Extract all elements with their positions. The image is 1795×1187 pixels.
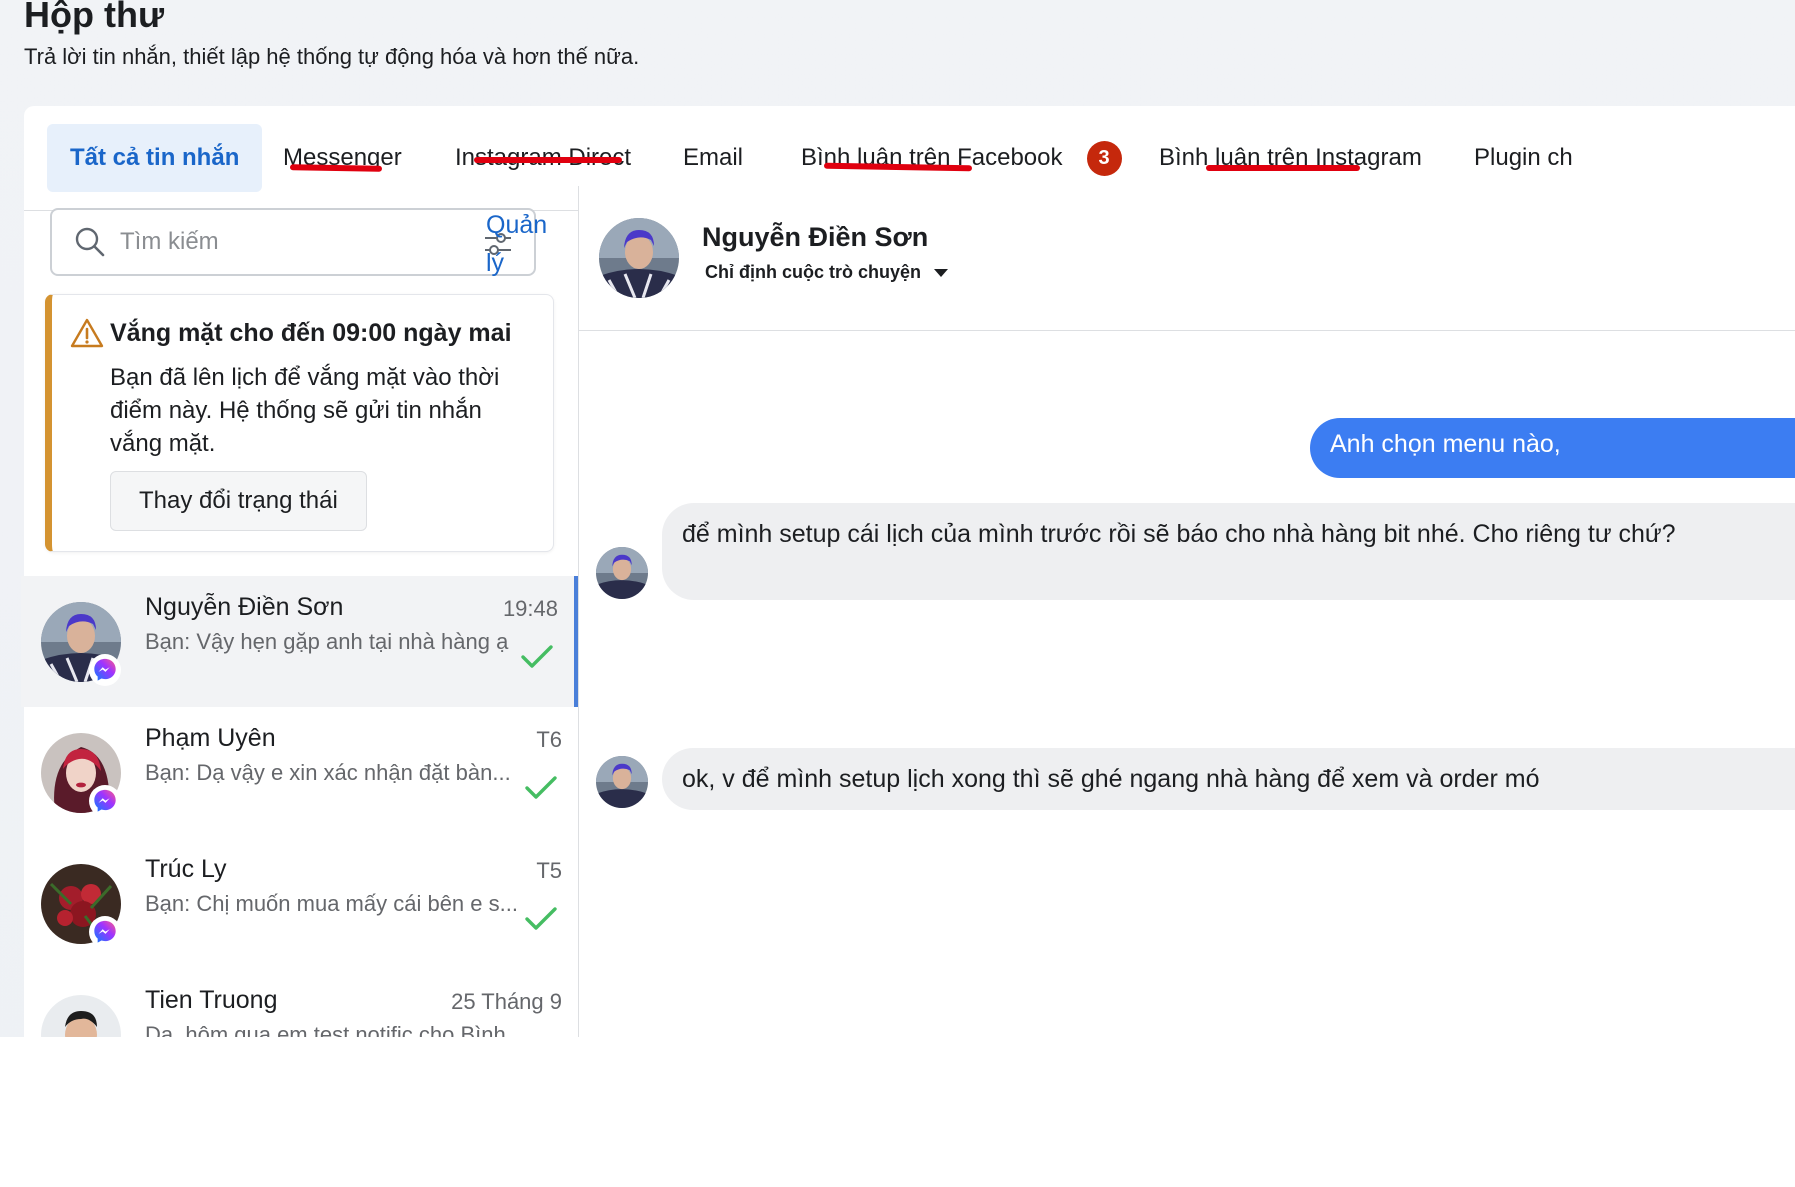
contact-name: Tien Truong	[145, 986, 278, 1014]
contact-name: Trúc Ly	[145, 855, 227, 883]
caret-down-icon	[934, 268, 949, 277]
tab-instagram-comments[interactable]: Bình luận trên Instagram	[1159, 124, 1422, 192]
away-description: Bạn đã lên lịch để vắng mặt vào thời điể…	[110, 364, 500, 457]
chat-contact-name: Nguyễn Điền Sơn	[702, 222, 929, 252]
conversation-item[interactable]: Nguyễn Điền Sơn Bạn: Vậy hẹn gặp anh tại…	[21, 576, 578, 707]
message-preview: Bạn: Dạ vậy e xin xác nhận đặt bàn...	[145, 760, 511, 785]
message-text: để mình setup cái lịch của mình trước rồ…	[682, 520, 1676, 548]
tab-plugin-chat[interactable]: Plugin ch	[1474, 124, 1573, 192]
page-subtitle: Trả lời tin nhắn, thiết lập hệ thống tự …	[24, 44, 640, 69]
messenger-channel-icon	[89, 654, 121, 686]
message-text: ok, v để mình setup lịch xong thì sẽ ghé…	[682, 765, 1540, 793]
sent-check-icon	[525, 776, 557, 799]
tab-messenger[interactable]: Messenger	[283, 124, 402, 192]
message-time: T5	[536, 858, 562, 883]
assign-label: Chỉ định cuộc trò chuyện	[705, 262, 922, 282]
sender-avatar	[596, 756, 648, 808]
search-box[interactable]	[50, 208, 536, 276]
conversation-list-panel: Quản lý Vắng mặt cho đến 09:00 ngày mai …	[0, 186, 655, 1186]
annotation-underline-instagram-comments	[1206, 165, 1360, 171]
assign-conversation-dropdown[interactable]: Chỉ định cuộc trò chuyện	[705, 262, 949, 283]
tab-label: Email	[683, 144, 744, 171]
sent-check-icon	[525, 907, 557, 930]
message-time: 25 Tháng 9	[451, 989, 562, 1014]
incoming-message[interactable]: ok, v để mình setup lịch xong thì sẽ ghé…	[662, 748, 1795, 810]
sent-check-icon	[521, 645, 553, 668]
tab-email[interactable]: Email	[683, 124, 743, 192]
tab-label: Plugin ch	[1474, 144, 1573, 171]
messenger-channel-icon	[89, 916, 121, 948]
contact-name: Phạm Uyên	[145, 724, 276, 752]
incoming-message[interactable]: để mình setup cái lịch của mình trước rồ…	[662, 503, 1795, 600]
message-text: Anh chọn menu nào,	[1330, 430, 1561, 458]
message-time: 19:48	[502, 596, 558, 621]
message-time: T6	[536, 727, 562, 752]
search-input[interactable]	[120, 228, 460, 256]
annotation-underline-instagram-direct	[474, 157, 622, 163]
away-status-notice: Vắng mặt cho đến 09:00 ngày mai Bạn đã l…	[45, 294, 554, 552]
conversation-item[interactable]: Tien Truong Dạ, hôm qua em test notific …	[21, 969, 578, 1047]
change-status-button[interactable]: Thay đổi trạng thái	[110, 471, 367, 531]
sender-avatar	[596, 547, 648, 599]
tab-facebook-comments[interactable]: Bình luận trên Facebook 3	[801, 124, 1122, 192]
away-title: Vắng mặt cho đến 09:00 ngày mai	[110, 319, 512, 347]
tab-all-messages[interactable]: Tất cả tin nhắn	[47, 124, 263, 192]
chat-header: Nguyễn Điền Sơn Chỉ định cuộc trò chuyện	[579, 186, 1795, 331]
message-preview: Bạn: Chị muốn mua mấy cái bên e s...	[145, 891, 518, 916]
contact-name: Nguyễn Điền Sơn	[145, 593, 344, 621]
page-title: Hộp thư	[24, 0, 165, 35]
unread-count-badge: 3	[1086, 140, 1122, 176]
messenger-channel-icon	[89, 785, 121, 817]
conversation-item[interactable]: Phạm Uyên Bạn: Dạ vậy e xin xác nhận đặt…	[21, 707, 578, 838]
manage-link[interactable]: Quản lý	[486, 206, 566, 282]
message-preview: Bạn: Vậy hẹn gặp anh tại nhà hàng ạ	[145, 629, 509, 654]
outgoing-message[interactable]: Anh chọn menu nào,	[1310, 418, 1795, 478]
search-icon	[75, 227, 105, 257]
conversation-item[interactable]: Trúc Ly Bạn: Chị muốn mua mấy cái bên e …	[21, 838, 578, 969]
tab-label: Tất cả tin nhắn	[70, 144, 240, 171]
warning-icon	[70, 318, 104, 348]
page-bottom-area	[0, 1037, 1795, 1187]
contact-avatar[interactable]	[599, 218, 679, 298]
